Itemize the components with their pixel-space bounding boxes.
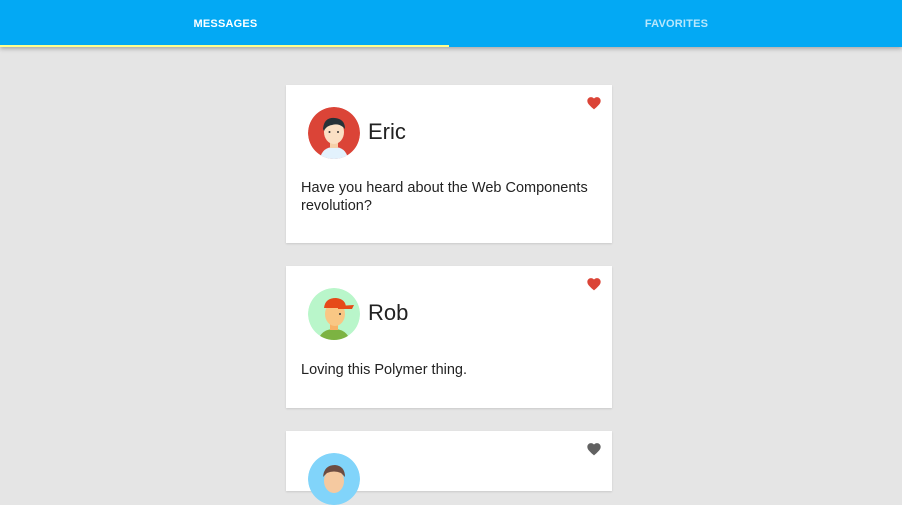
top-toolbar: MESSAGES FAVORITES	[0, 0, 902, 47]
message-card: Eric Have you heard about the Web Compon…	[286, 85, 612, 243]
favorite-heart-icon[interactable]	[586, 441, 602, 456]
tab-favorites-label: FAVORITES	[644, 17, 709, 30]
sender-name: Eric	[368, 119, 406, 144]
tab-messages-label: MESSAGES	[193, 17, 258, 30]
tab-messages[interactable]: MESSAGES	[0, 0, 451, 47]
message-card	[286, 431, 612, 505]
message-text: Have you heard about the Web Components …	[301, 180, 588, 214]
avatar-eric-icon	[308, 107, 360, 159]
selected-tab-indicator	[0, 45, 449, 47]
message-card: Rob Loving this Polymer thing.	[286, 266, 612, 408]
favorite-heart-icon[interactable]	[586, 95, 602, 110]
favorite-heart-icon[interactable]	[586, 276, 602, 291]
tab-favorites[interactable]: FAVORITES	[451, 0, 902, 47]
sender-name: Rob	[368, 300, 409, 325]
avatar-rob-icon	[308, 288, 360, 340]
avatar-icon	[308, 453, 360, 505]
message-text: Loving this Polymer thing.	[301, 362, 468, 378]
